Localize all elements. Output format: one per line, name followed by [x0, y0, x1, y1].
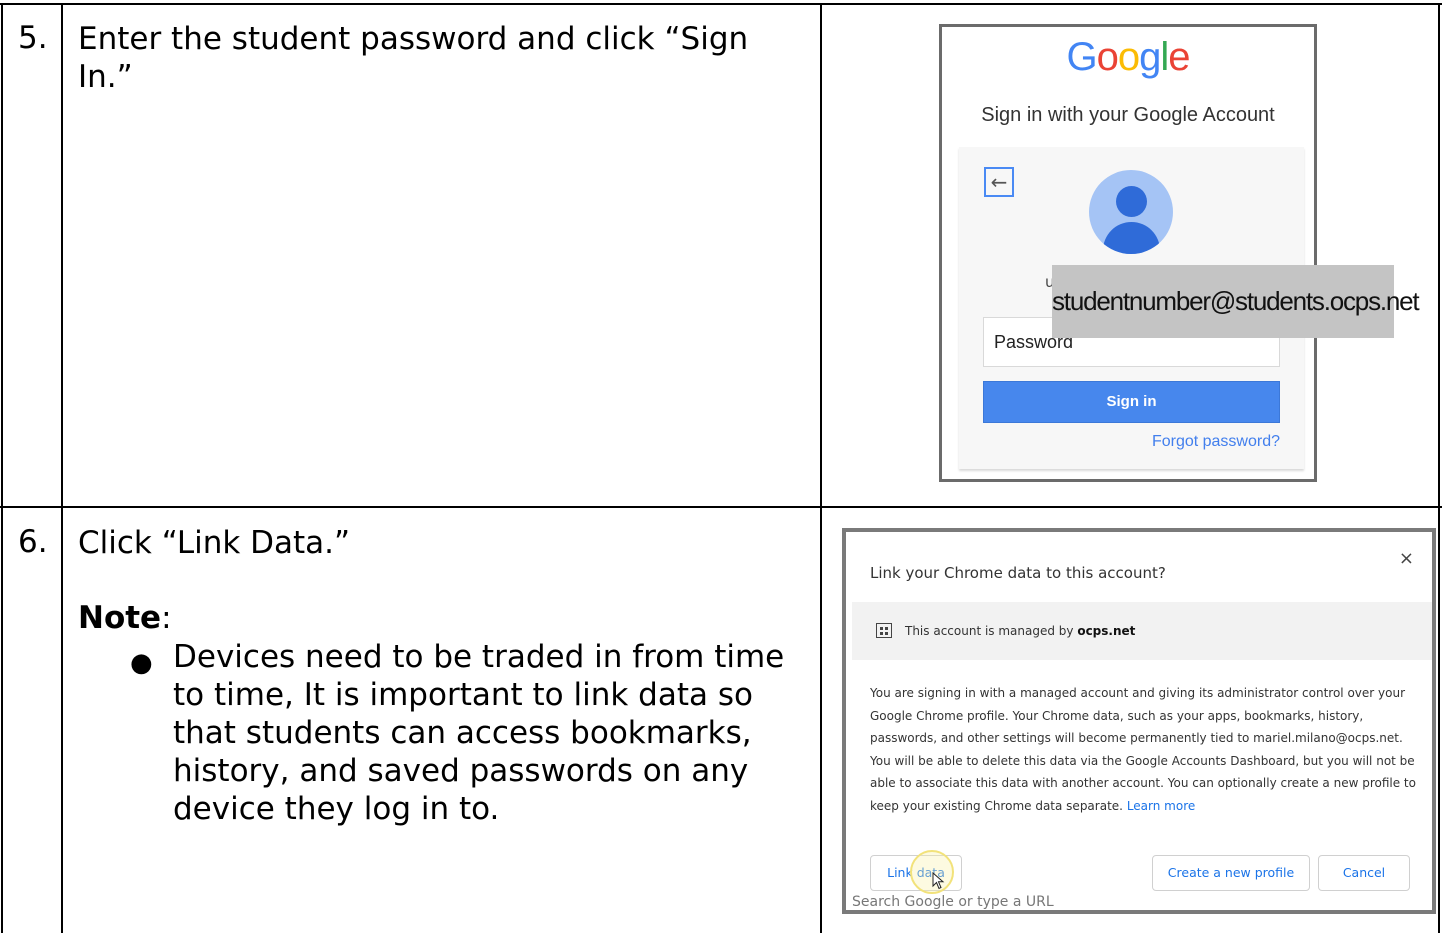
close-icon[interactable]: × [1399, 548, 1414, 569]
signin-title: Sign in with your Google Account [981, 104, 1275, 126]
google-signin-screenshot: Google Sign in with your Google Account … [939, 24, 1317, 482]
logo-letter: e [1168, 35, 1190, 79]
background-search-hint: Search Google or type a URL [852, 894, 1054, 910]
avatar [1089, 170, 1173, 254]
link-data-dialog-screenshot: Link your Chrome data to this account? ×… [842, 528, 1436, 914]
managed-domain: ocps.net [1077, 624, 1136, 638]
logo-letter: l [1160, 35, 1169, 79]
table-col-divider-2 [820, 3, 822, 933]
dialog-title: Link your Chrome data to this account? [870, 564, 1166, 582]
forgot-password-link[interactable]: Forgot password? [1152, 433, 1280, 451]
cancel-button[interactable]: Cancel [1318, 855, 1410, 891]
table-border-right [1438, 3, 1440, 933]
email-callout: studentnumber@students.ocps.net [1052, 265, 1420, 338]
sign-in-button[interactable]: Sign in [983, 381, 1280, 423]
google-logo: Google [942, 35, 1314, 80]
step-number: 6. [18, 524, 48, 560]
table-border-left [1, 3, 3, 933]
note-bullet: Devices need to be traded in from time t… [173, 639, 785, 827]
table-row-divider [0, 506, 1442, 508]
learn-more-link[interactable]: Learn more [1127, 799, 1195, 813]
avatar-body [1103, 222, 1160, 254]
logo-letter: o [1117, 35, 1140, 79]
dialog-body-text: You are signing in with a managed accoun… [870, 686, 1416, 813]
create-new-profile-button[interactable]: Create a new profile [1152, 855, 1310, 891]
note-colon: : [161, 600, 172, 636]
mouse-cursor-icon [932, 872, 945, 890]
note-label: Note: [78, 600, 172, 636]
back-arrow-icon[interactable]: ← [984, 167, 1014, 197]
managed-text: This account is managed by ocps.net [905, 624, 1135, 638]
bullet-dot-icon: ● [130, 648, 153, 678]
table-border-top [0, 3, 1442, 5]
step-instruction: Click “Link Data.” [78, 525, 351, 561]
building-icon [876, 623, 892, 638]
logo-letter: o [1096, 35, 1119, 79]
logo-letter: G [1066, 35, 1097, 79]
managed-prefix: This account is managed by [905, 624, 1078, 638]
note-label-text: Note [78, 600, 162, 636]
managed-banner: This account is managed by ocps.net [852, 602, 1432, 660]
table-col-divider-1 [61, 3, 63, 933]
dialog-body: You are signing in with a managed accoun… [870, 682, 1422, 818]
step-number: 5. [18, 20, 48, 56]
avatar-head [1116, 186, 1147, 217]
step-instruction: Enter the student password and click “Si… [78, 21, 749, 95]
logo-letter: g [1139, 35, 1161, 79]
